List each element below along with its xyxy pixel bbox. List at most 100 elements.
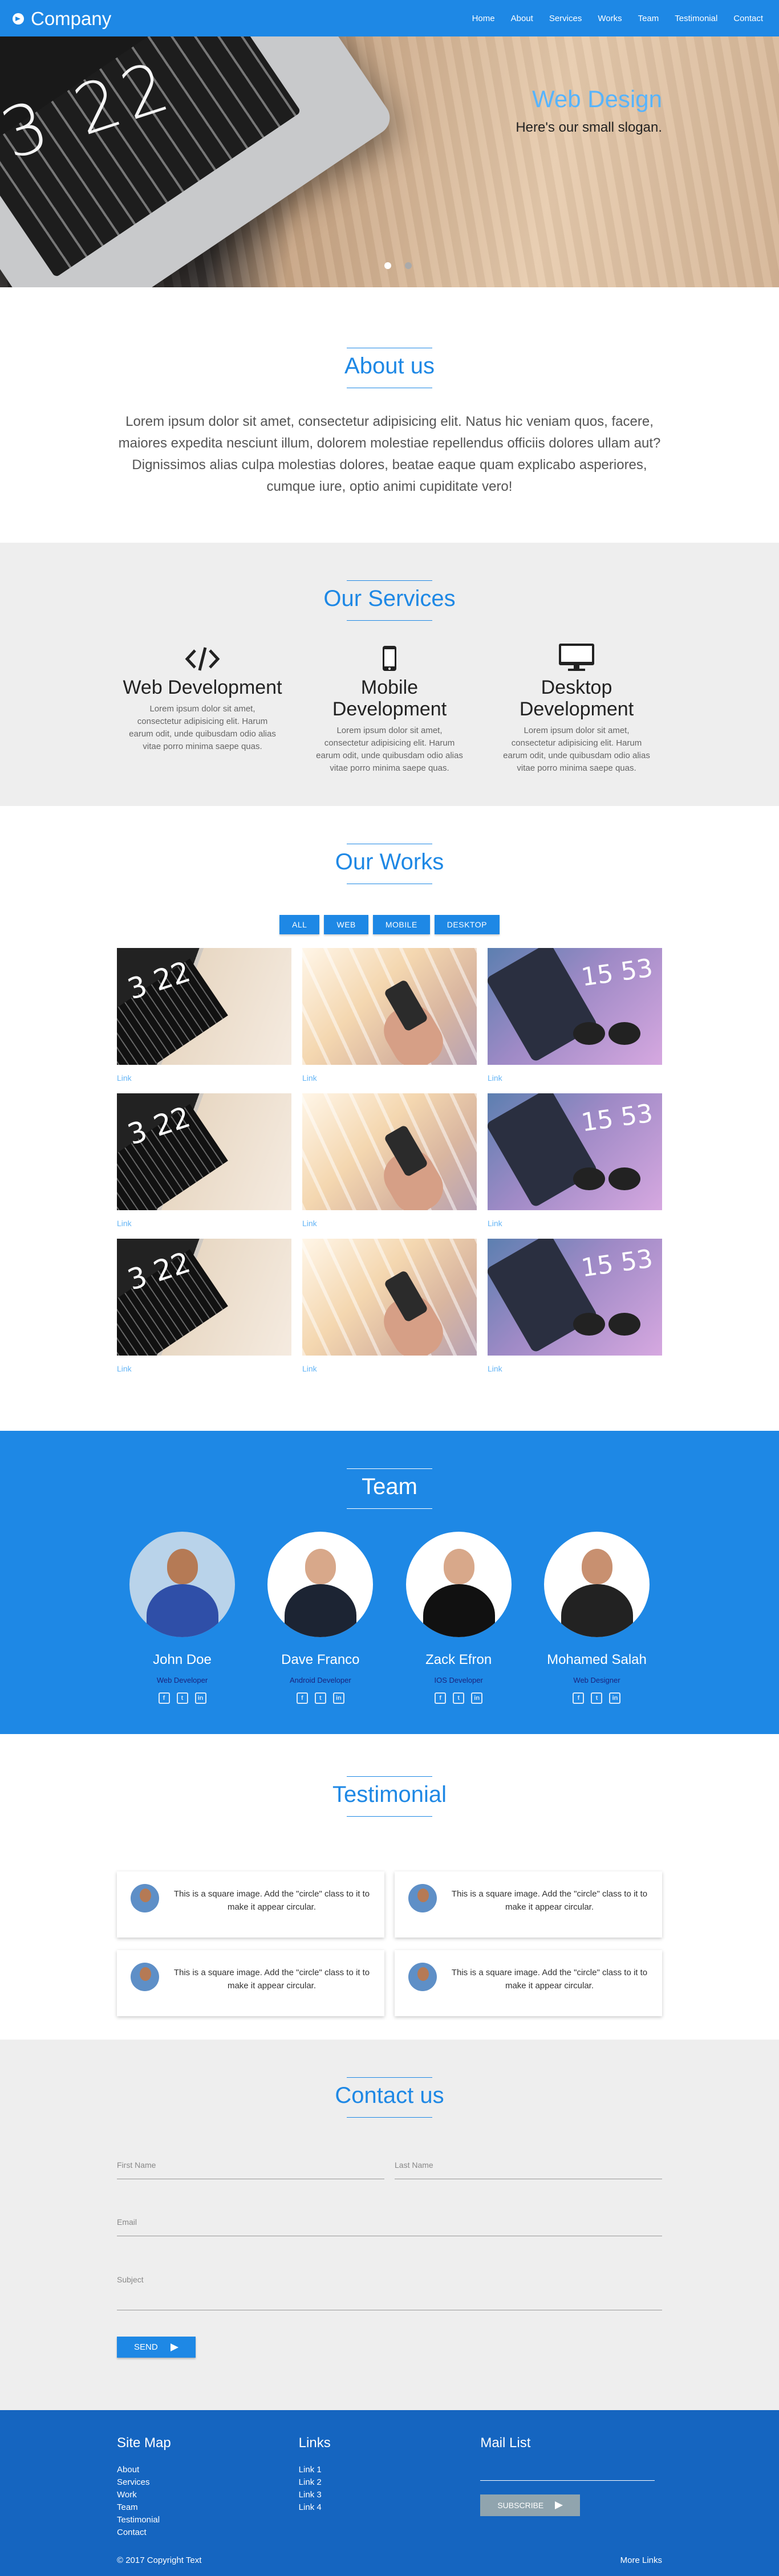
work-link[interactable]: Link <box>302 1219 477 1228</box>
last-name-field[interactable] <box>395 2160 662 2170</box>
nav-item-testimonial[interactable]: Testimonial <box>667 14 725 23</box>
work-link[interactable]: Link <box>488 1219 662 1228</box>
avatar <box>131 1884 159 1912</box>
twitter-icon[interactable]: t <box>314 1692 326 1704</box>
work-link[interactable]: Link <box>488 1073 662 1083</box>
desktop-icon <box>491 641 662 672</box>
team-member: John Doe Web Developer f t in <box>129 1532 235 1704</box>
work-thumbnail[interactable] <box>302 948 477 1065</box>
twitter-icon[interactable]: t <box>176 1692 188 1704</box>
footer-link[interactable]: Link 3 <box>299 2489 481 2501</box>
member-role: Android Developer <box>289 1676 351 1684</box>
member-name: Mohamed Salah <box>547 1652 647 1667</box>
brand-name: Company <box>31 8 112 29</box>
service-name: Mobile Development <box>332 677 447 720</box>
nav-item-contact[interactable]: Contact <box>725 14 771 23</box>
mail-input[interactable] <box>480 2452 655 2481</box>
facebook-icon[interactable]: f <box>296 1692 308 1704</box>
work-link[interactable]: Link <box>117 1073 291 1083</box>
service-mobile: Mobile Development Lorem ipsum dolor sit… <box>304 641 475 775</box>
nav-item-team[interactable]: Team <box>630 14 667 23</box>
twitter-icon[interactable]: t <box>453 1692 465 1704</box>
contact-form: SEND <box>117 2151 662 2358</box>
footer-link[interactable]: Link 2 <box>299 2476 481 2489</box>
send-button[interactable]: SEND <box>117 2337 196 2358</box>
nav-item-home[interactable]: Home <box>464 14 503 23</box>
filter-all[interactable]: ALL <box>279 915 320 934</box>
team-section: Team John Doe Web Developer f t in Dave Fr… <box>0 1431 779 1734</box>
team-member: Dave Franco Android Developer f t in <box>267 1532 374 1704</box>
service-name: Web Development <box>123 677 282 698</box>
code-icon <box>117 641 288 672</box>
works-title: Our Works <box>0 844 779 884</box>
work-item: 15 53 Link <box>488 1093 662 1239</box>
work-link[interactable]: Link <box>117 1219 291 1228</box>
nav-item-services[interactable]: Services <box>541 14 590 23</box>
sitemap-link[interactable]: Work <box>117 2489 299 2501</box>
nav-item-works[interactable]: Works <box>590 14 630 23</box>
work-item: 3 22 Link <box>117 948 291 1093</box>
team-member: Zack Efron IOS Developer f t in <box>405 1532 512 1704</box>
filter-desktop[interactable]: DESKTOP <box>434 915 500 934</box>
works-grid: 3 22 Link Link 15 53 Link 3 22 Link Link 15… <box>117 948 662 1384</box>
linkedin-icon[interactable]: in <box>194 1692 206 1704</box>
subject-field[interactable] <box>117 2275 662 2284</box>
subscribe-button[interactable]: SUBSCRIBE <box>480 2494 581 2516</box>
sitemap-link[interactable]: About <box>117 2464 299 2476</box>
sitemap-link[interactable]: Services <box>117 2476 299 2489</box>
more-links[interactable]: More Links <box>620 2555 662 2565</box>
avatar <box>131 1963 159 1991</box>
twitter-icon[interactable]: t <box>591 1692 603 1704</box>
slider-dot-2[interactable] <box>405 262 412 269</box>
contact-title: Contact us <box>0 2077 779 2118</box>
works-filters: ALL WEB MOBILE DESKTOP <box>0 915 779 934</box>
about-section: About us Lorem ipsum dolor sit amet, con… <box>0 287 779 543</box>
mail-list-title: Mail List <box>480 2435 531 2451</box>
work-thumbnail[interactable]: 15 53 <box>488 1239 662 1356</box>
mobile-icon <box>304 641 475 672</box>
work-link[interactable]: Link <box>302 1364 477 1373</box>
work-thumbnail[interactable]: 15 53 <box>488 1093 662 1210</box>
slider-dot-1[interactable] <box>384 262 391 269</box>
sitemap-link[interactable]: Team <box>117 2501 299 2514</box>
sitemap-link[interactable]: Contact <box>117 2526 299 2539</box>
work-link[interactable]: Link <box>117 1364 291 1373</box>
sitemap-link[interactable]: Testimonial <box>117 2514 299 2526</box>
work-thumbnail[interactable] <box>302 1093 477 1210</box>
linkedin-icon[interactable]: in <box>609 1692 621 1704</box>
work-link[interactable]: Link <box>302 1073 477 1083</box>
team-title: Team <box>0 1468 779 1509</box>
testimonial-section: Testimonial This is a square image. Add … <box>0 1734 779 2040</box>
linkedin-icon[interactable]: in <box>471 1692 483 1704</box>
work-thumbnail[interactable] <box>302 1239 477 1356</box>
work-item: 3 22 Link <box>117 1093 291 1239</box>
facebook-icon[interactable]: f <box>573 1692 585 1704</box>
nav-item-about[interactable]: About <box>503 14 541 23</box>
work-thumbnail[interactable]: 3 22 <box>117 1093 291 1210</box>
work-thumbnail[interactable]: 3 22 <box>117 1239 291 1356</box>
filter-web[interactable]: WEB <box>324 915 368 934</box>
footer-link[interactable]: Link 4 <box>299 2501 481 2514</box>
work-item: 15 53 Link <box>488 1239 662 1384</box>
member-name: Zack Efron <box>425 1652 492 1667</box>
testimonial-quote: This is a square image. Add the "circle"… <box>173 1889 370 1912</box>
facebook-icon[interactable]: f <box>435 1692 447 1704</box>
work-thumbnail[interactable]: 15 53 <box>488 948 662 1065</box>
work-thumbnail[interactable]: 3 22 <box>117 948 291 1065</box>
member-name: Dave Franco <box>281 1652 360 1667</box>
avatar <box>543 1532 650 1637</box>
hero-slogan: Here's our small slogan. <box>516 120 662 135</box>
linkedin-icon[interactable]: in <box>332 1692 344 1704</box>
send-icon <box>170 2343 178 2351</box>
service-text: Lorem ipsum dolor sit amet, consectetur … <box>129 704 276 751</box>
footer-link[interactable]: Link 1 <box>299 2464 481 2476</box>
email-field[interactable] <box>117 2217 662 2227</box>
brand-logo[interactable]: Company <box>13 8 111 30</box>
first-name-field[interactable] <box>117 2160 384 2170</box>
service-name: Desktop Development <box>519 677 634 720</box>
facebook-icon[interactable]: f <box>158 1692 170 1704</box>
filter-mobile[interactable]: MOBILE <box>372 915 430 934</box>
works-section: Our Works ALL WEB MOBILE DESKTOP 3 22 Lin… <box>0 806 779 1431</box>
work-link[interactable]: Link <box>488 1364 662 1373</box>
avatar <box>405 1532 512 1637</box>
